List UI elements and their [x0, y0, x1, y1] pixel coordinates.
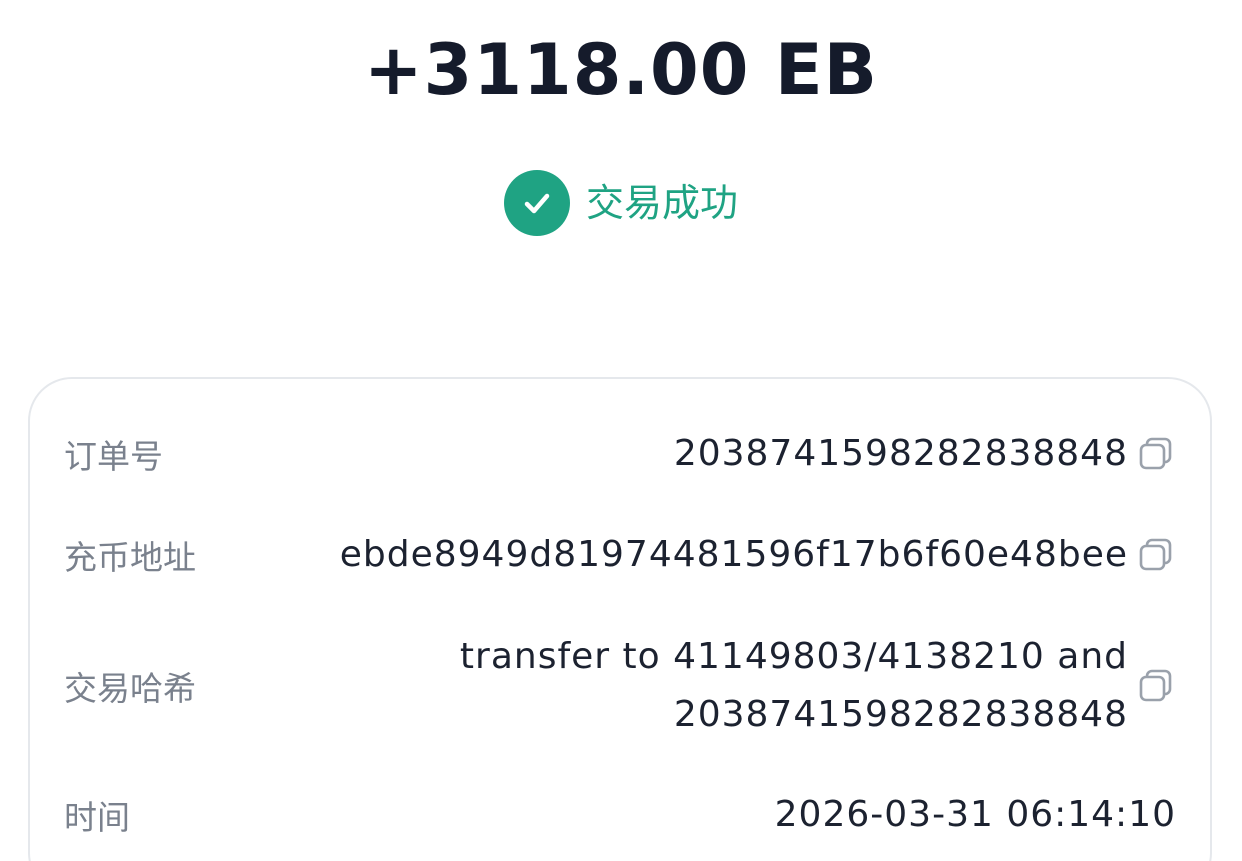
- details-card: 订单号 2038741598282838848 充币地址 ebde8949d81…: [28, 377, 1212, 861]
- tx-hash-label: 交易哈希: [64, 669, 196, 708]
- deposit-address-value: ebde8949d81974481596f17b6f60e48bee: [339, 534, 1128, 575]
- transaction-detail-page: +3118.00 EB 交易成功 订单号 2038741598282838848…: [0, 0, 1242, 861]
- order-number-value: 2038741598282838848: [673, 433, 1128, 474]
- deposit-address-row: 充币地址 ebde8949d81974481596f17b6f60e48bee: [64, 526, 1176, 584]
- status-text: 交易成功: [585, 181, 738, 225]
- transaction-amount: +3118.00 EB: [363, 29, 879, 111]
- order-number-row: 订单号 2038741598282838848: [64, 425, 1176, 483]
- tx-hash-value-line2: 2038741598282838848: [673, 694, 1128, 735]
- tx-hash-value-line1: transfer to 41149803/4138210 and: [459, 636, 1128, 677]
- deposit-address-label: 充币地址: [64, 538, 196, 577]
- time-row: 时间 2026-03-31 06:14:10: [64, 786, 1176, 844]
- copy-order-number-icon[interactable]: [1136, 434, 1176, 474]
- check-circle-icon: [503, 170, 570, 236]
- order-number-label: 订单号: [64, 437, 163, 476]
- time-label: 时间: [64, 798, 130, 837]
- tx-hash-row: 交易哈希 transfer to 41149803/4138210 and 20…: [64, 628, 1176, 744]
- transaction-status: 交易成功: [0, 170, 1242, 236]
- time-value: 2026-03-31 06:14:10: [774, 794, 1176, 835]
- tx-hash-value: transfer to 41149803/4138210 and 2038741…: [196, 628, 1128, 744]
- copy-tx-hash-icon[interactable]: [1136, 666, 1176, 706]
- copy-deposit-address-icon[interactable]: [1136, 535, 1176, 575]
